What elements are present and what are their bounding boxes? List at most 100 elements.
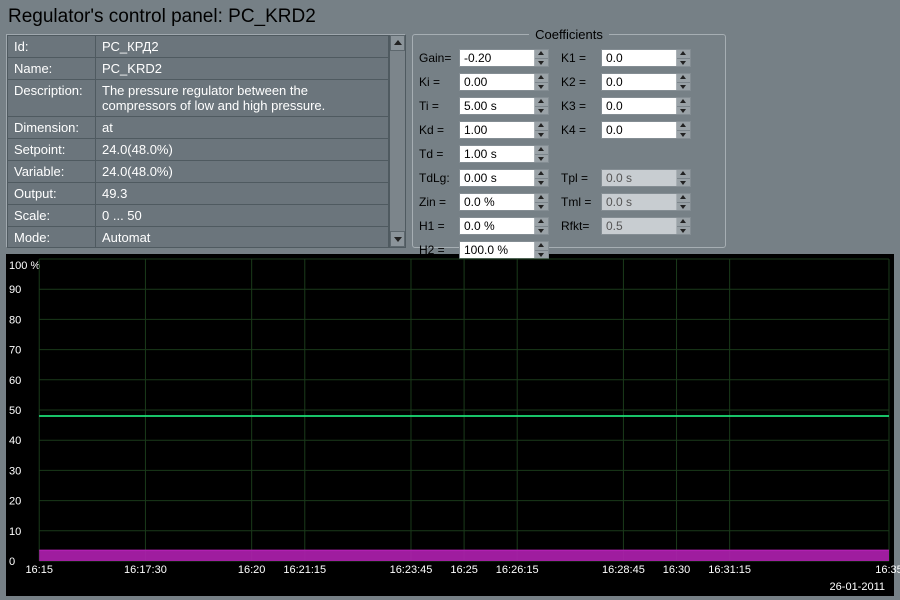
coeff-input[interactable] — [602, 98, 676, 114]
coeff-row: K1 = — [561, 47, 691, 69]
spinner-buttons[interactable] — [534, 218, 548, 234]
info-label: Setpoint: — [8, 139, 96, 161]
spinner-down-button[interactable] — [535, 155, 548, 163]
spinner-up-button[interactable] — [535, 242, 548, 251]
spinner-up-button[interactable] — [535, 74, 548, 83]
coeff-spinner[interactable] — [459, 193, 549, 211]
spinner-up-button[interactable] — [535, 122, 548, 131]
coeff-input[interactable] — [460, 194, 534, 210]
spinner-up-button[interactable] — [535, 194, 548, 203]
spinner-down-button[interactable] — [677, 83, 690, 91]
chart-plot-area[interactable]: 100 %9080706050403020100 — [7, 255, 893, 565]
coeff-label: K3 = — [561, 99, 601, 113]
spinner-down-button[interactable] — [677, 131, 690, 139]
info-scrollbar[interactable] — [389, 35, 405, 247]
spinner-down-button[interactable] — [535, 179, 548, 187]
spinner-buttons[interactable] — [534, 194, 548, 210]
coeff-spinner[interactable] — [459, 121, 549, 139]
spinner-up-button[interactable] — [535, 50, 548, 59]
info-label: Name: — [8, 58, 96, 80]
spinner-buttons[interactable] — [534, 122, 548, 138]
spinner-up-button[interactable] — [677, 50, 690, 59]
x-tick-label: 16:35 — [875, 564, 900, 576]
coeff-input[interactable] — [602, 50, 676, 66]
spinner-up-button[interactable] — [677, 122, 690, 131]
info-row: Name:PC_KRD2 — [8, 58, 389, 80]
spinner-down-button[interactable] — [535, 59, 548, 67]
info-value: PC_KRD2 — [96, 58, 389, 80]
spinner-buttons[interactable] — [534, 98, 548, 114]
coeff-spinner[interactable] — [459, 97, 549, 115]
coeff-input[interactable] — [460, 122, 534, 138]
scrollbar-track[interactable] — [390, 51, 405, 231]
coeff-label: Ti = — [419, 99, 459, 113]
info-row: Description:The pressure regulator betwe… — [8, 80, 389, 117]
coeff-input[interactable] — [460, 170, 534, 186]
spinner-up-button[interactable] — [677, 98, 690, 107]
coeff-input[interactable] — [460, 146, 534, 162]
spinner-down-button[interactable] — [535, 227, 548, 235]
info-value: РС_КРД2 — [96, 36, 389, 58]
spinner-up-button — [677, 194, 690, 203]
coefficients-right-column: K1 =K2 =K3 =K4 =Tpl =Tml =Rfkt= — [561, 47, 691, 261]
spinner-up-button[interactable] — [535, 146, 548, 155]
spinner-buttons[interactable] — [534, 170, 548, 186]
coeff-input[interactable] — [460, 218, 534, 234]
spinner-buttons[interactable] — [534, 74, 548, 90]
spinner-down-button[interactable] — [535, 107, 548, 115]
spinner-down-button[interactable] — [535, 83, 548, 91]
coeff-row — [561, 143, 691, 165]
coeff-spinner[interactable] — [459, 73, 549, 91]
info-value: 0 ... 50 — [96, 205, 389, 227]
chart-date: 26-01-2011 — [7, 581, 893, 595]
spinner-down-button[interactable] — [677, 107, 690, 115]
coeff-label: Rfkt= — [561, 219, 601, 233]
coeff-input[interactable] — [460, 74, 534, 90]
spinner-buttons — [676, 194, 690, 210]
spinner-buttons[interactable] — [676, 122, 690, 138]
info-label: Dimension: — [8, 117, 96, 139]
spinner-up-button[interactable] — [535, 98, 548, 107]
coeff-spinner[interactable] — [601, 73, 691, 91]
svg-text:10: 10 — [9, 526, 21, 538]
spinner-up-button[interactable] — [535, 170, 548, 179]
coeff-row: TdLg: — [419, 167, 549, 189]
coeff-input[interactable] — [602, 74, 676, 90]
spinner-buttons[interactable] — [534, 146, 548, 162]
coeff-row: Ki = — [419, 71, 549, 93]
spinner-up-button — [677, 170, 690, 179]
spinner-buttons[interactable] — [676, 74, 690, 90]
spinner-down-button[interactable] — [535, 131, 548, 139]
coeff-spinner[interactable] — [459, 145, 549, 163]
spinner-buttons[interactable] — [676, 98, 690, 114]
info-scroll-area[interactable]: Id:РС_КРД2Name:PC_KRD2Description:The pr… — [7, 35, 389, 247]
coeff-row: Td = — [419, 143, 549, 165]
coeff-spinner[interactable] — [459, 217, 549, 235]
x-tick-label: 16:15 — [25, 564, 53, 576]
spinner-up-button[interactable] — [677, 74, 690, 83]
spinner-buttons — [676, 218, 690, 234]
spinner-up-button[interactable] — [535, 218, 548, 227]
spinner-down-button[interactable] — [677, 59, 690, 67]
coeff-spinner[interactable] — [601, 97, 691, 115]
info-row: Scale:0 ... 50 — [8, 205, 389, 227]
coeff-spinner[interactable] — [459, 49, 549, 67]
coeff-row: K3 = — [561, 95, 691, 117]
spinner-buttons[interactable] — [676, 50, 690, 66]
coeff-spinner[interactable] — [601, 121, 691, 139]
info-value: The pressure regulator between the compr… — [96, 80, 389, 117]
scroll-up-button[interactable] — [390, 35, 405, 51]
coeff-label: K2 = — [561, 75, 601, 89]
coeff-input[interactable] — [460, 50, 534, 66]
spinner-down-button[interactable] — [535, 203, 548, 211]
scroll-down-button[interactable] — [390, 231, 405, 247]
x-tick-label: 16:30 — [663, 564, 691, 576]
info-table: Id:РС_КРД2Name:PC_KRD2Description:The pr… — [7, 35, 389, 247]
spinner-down-button — [677, 227, 690, 235]
spinner-buttons[interactable] — [534, 50, 548, 66]
coeff-input[interactable] — [602, 122, 676, 138]
coeff-spinner[interactable] — [601, 49, 691, 67]
coeff-spinner[interactable] — [459, 169, 549, 187]
coeff-input — [602, 218, 676, 234]
coeff-input[interactable] — [460, 98, 534, 114]
